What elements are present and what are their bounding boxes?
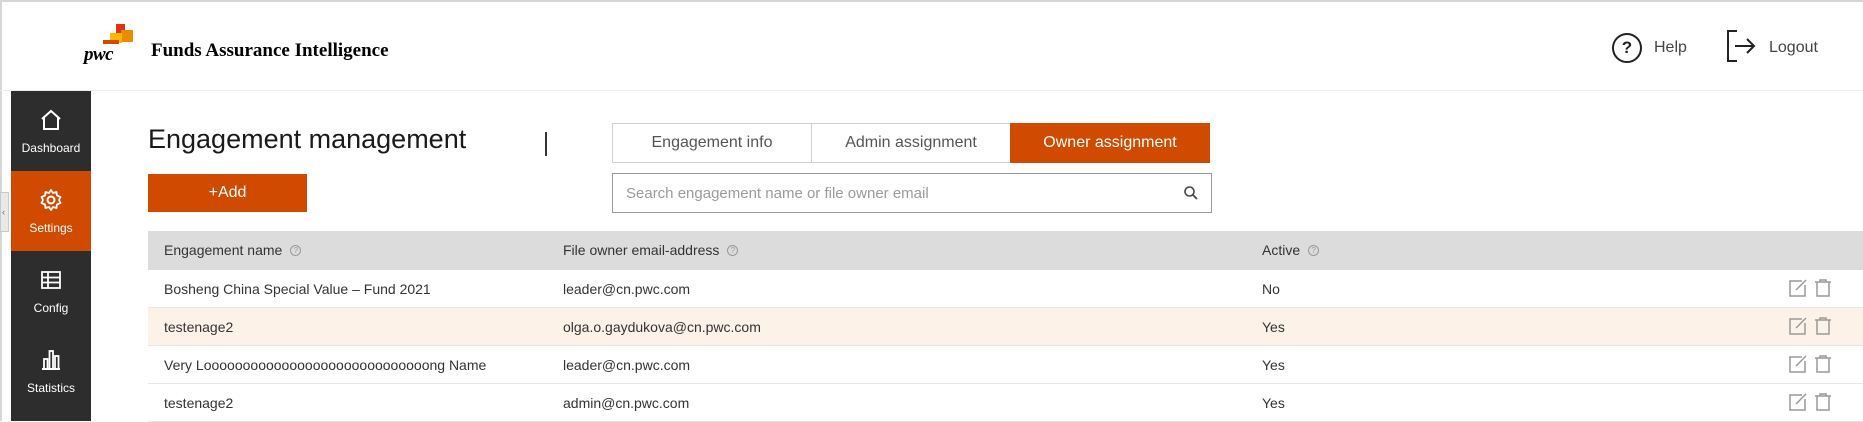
- help-icon: ?: [1612, 33, 1642, 63]
- title-divider: [545, 132, 547, 156]
- sidebar-item-statistics[interactable]: Statistics: [11, 331, 91, 411]
- edit-icon[interactable]: [1788, 278, 1808, 303]
- info-icon[interactable]: ?: [727, 244, 739, 256]
- sidebar-item-settings[interactable]: Settings: [11, 171, 91, 251]
- tab-owner-assignment[interactable]: Owner assignment: [1010, 123, 1210, 163]
- column-header-engagement-name[interactable]: Engagement name ?: [164, 242, 302, 258]
- app-header: pwc Funds Assurance Intelligence ? Help …: [0, 2, 1863, 91]
- engagement-name-cell: Bosheng China Special Value – Fund 2021: [164, 281, 431, 297]
- logo-text: pwc: [84, 44, 114, 65]
- info-icon[interactable]: ?: [1308, 244, 1320, 256]
- row-actions: [1788, 392, 1833, 417]
- sidebar-item-label: Statistics: [26, 381, 75, 395]
- row-actions: [1788, 278, 1833, 303]
- row-actions: [1788, 354, 1833, 379]
- engagement-name-cell: Very Looooooooooooooooooooooooooooong Na…: [164, 357, 487, 373]
- edit-icon[interactable]: [1788, 316, 1808, 341]
- engagement-name-cell: testenage2: [164, 395, 234, 411]
- sidebar-item-config[interactable]: Config: [11, 251, 91, 331]
- tab-engagement-info[interactable]: Engagement info: [612, 123, 812, 163]
- table-row[interactable]: Very Looooooooooooooooooooooooooooong Na…: [148, 346, 1863, 384]
- delete-icon[interactable]: [1813, 392, 1833, 417]
- search-box: [612, 173, 1212, 213]
- add-button[interactable]: +Add: [148, 174, 307, 212]
- edit-icon[interactable]: [1788, 392, 1808, 417]
- logout-label: Logout: [1769, 39, 1818, 56]
- pwc-logo: pwc: [82, 24, 138, 65]
- sidebar-item-label: Dashboard: [21, 141, 81, 155]
- engagement-name-cell: testenage2: [164, 319, 234, 335]
- active-cell: No: [1262, 281, 1280, 297]
- table-row[interactable]: Bosheng China Special Value – Fund 2021 …: [148, 270, 1863, 308]
- table-header: Engagement name ? File owner email-addre…: [148, 231, 1863, 270]
- info-icon[interactable]: ?: [290, 244, 302, 256]
- page-title: Engagement management: [148, 124, 467, 154]
- delete-icon[interactable]: [1813, 354, 1833, 379]
- active-cell: Yes: [1262, 319, 1285, 335]
- help-button[interactable]: ? Help: [1612, 28, 1687, 68]
- search-input[interactable]: [613, 174, 1153, 212]
- table-row[interactable]: testenage2 admin@cn.pwc.com Yes: [148, 384, 1863, 422]
- app-title: Funds Assurance Intelligence: [151, 40, 389, 61]
- active-cell: Yes: [1262, 395, 1285, 411]
- email-cell: leader@cn.pwc.com: [563, 357, 691, 373]
- column-header-label: File owner email-address: [563, 242, 720, 258]
- sidebar-item-label: Settings: [29, 221, 73, 235]
- column-header-active[interactable]: Active ?: [1262, 242, 1320, 258]
- engagement-table: Engagement name ? File owner email-addre…: [148, 231, 1863, 422]
- help-label: Help: [1654, 39, 1687, 56]
- edge-handle-glyph: ‹: [2, 207, 5, 217]
- logout-button[interactable]: Logout: [1725, 28, 1818, 68]
- row-actions: [1788, 316, 1833, 341]
- search-icon[interactable]: [1183, 185, 1199, 206]
- column-header-file-owner-email[interactable]: File owner email-address ?: [563, 242, 739, 258]
- active-cell: Yes: [1262, 357, 1285, 373]
- delete-icon[interactable]: [1813, 278, 1833, 303]
- logout-icon: [1725, 29, 1757, 68]
- tab-admin-assignment[interactable]: Admin assignment: [811, 123, 1011, 163]
- email-cell: olga.o.gaydukova@cn.pwc.com: [563, 319, 761, 335]
- sidebar-item-label: Config: [33, 301, 69, 315]
- edge-handle[interactable]: ‹: [0, 192, 9, 232]
- column-header-label: Active: [1262, 242, 1301, 258]
- sidebar-item-dashboard[interactable]: Dashboard: [11, 91, 91, 171]
- edit-icon[interactable]: [1788, 354, 1808, 379]
- tab-bar: Engagement info Admin assignment Owner a…: [612, 123, 1210, 163]
- column-header-label: Engagement name: [164, 242, 283, 258]
- email-cell: admin@cn.pwc.com: [563, 395, 690, 411]
- delete-icon[interactable]: [1813, 316, 1833, 341]
- table-row[interactable]: testenage2 olga.o.gaydukova@cn.pwc.com Y…: [148, 308, 1863, 346]
- email-cell: leader@cn.pwc.com: [563, 281, 691, 297]
- sidebar-nav: Dashboard Settings Config Statistics: [11, 91, 91, 421]
